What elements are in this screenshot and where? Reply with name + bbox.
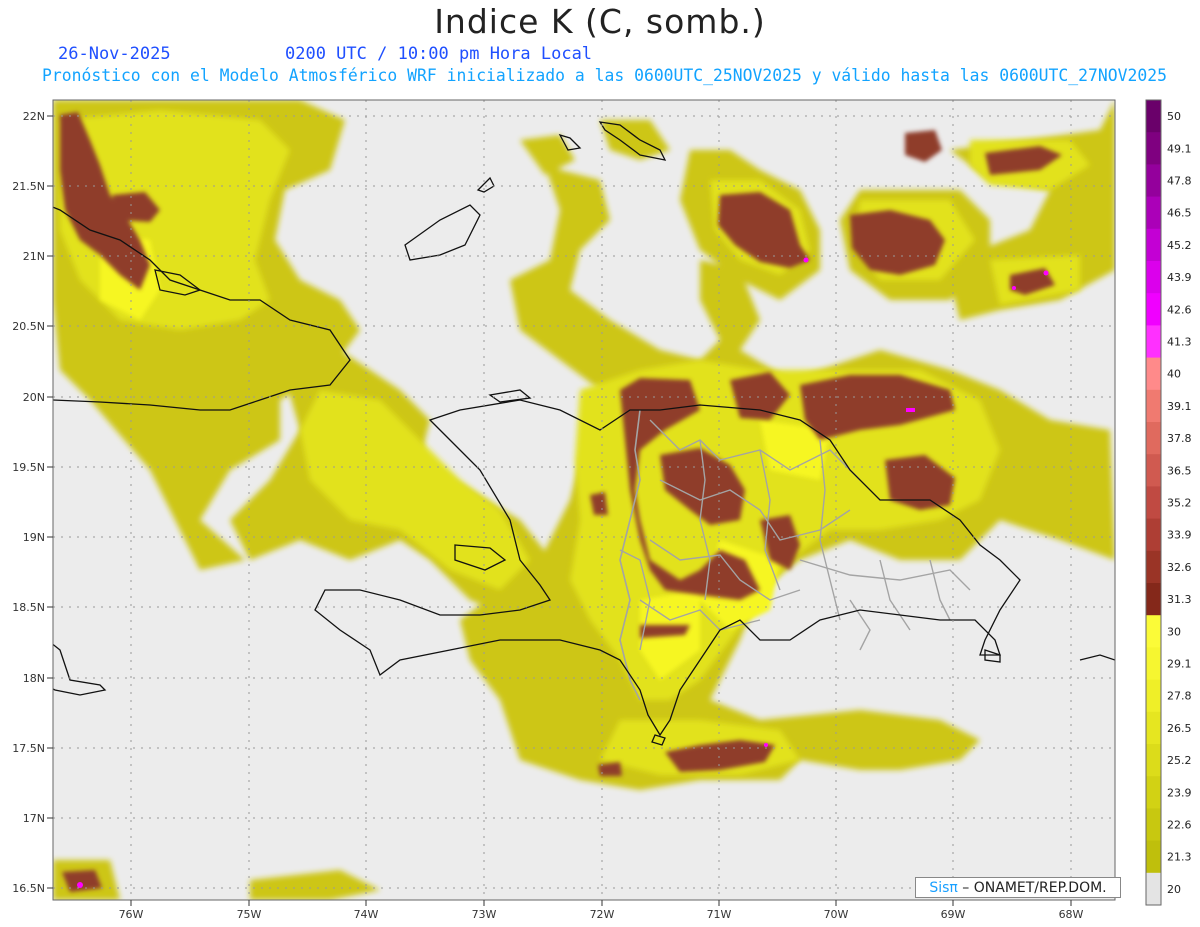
k-index-map: 22N 21.5N 21N 20.5N 20N 19.5N 19N 18.5N …	[12, 99, 1192, 921]
colorbar-label: 32.6	[1167, 561, 1192, 574]
colorbar-swatch	[1146, 744, 1161, 777]
colorbar-swatch	[1146, 228, 1161, 262]
credit-text: – ONAMET/REP.DOM.	[957, 880, 1107, 896]
sispi-logo: Sisπ	[929, 880, 958, 896]
colorbar-label: 31.3	[1167, 593, 1192, 606]
colorbar-label: 30	[1167, 625, 1181, 638]
lat-axis: 22N 21.5N 21N 20.5N 20N 19.5N 19N 18.5N …	[12, 110, 53, 895]
lon-label: 75W	[237, 908, 262, 921]
lat-label: 17N	[23, 812, 45, 825]
colorbar-label: 36.5	[1167, 464, 1192, 477]
colorbar-swatch	[1146, 132, 1161, 165]
lat-label: 19.5N	[12, 461, 45, 474]
colorbar-label: 20	[1167, 883, 1181, 896]
colorbar-swatch	[1146, 293, 1161, 326]
lon-label: 76W	[119, 908, 144, 921]
colorbar-label: 46.5	[1167, 207, 1192, 220]
lon-label: 73W	[472, 908, 497, 921]
colorbar-label: 37.8	[1167, 432, 1192, 445]
lat-label: 20N	[23, 391, 45, 404]
lat-label: 17.5N	[12, 742, 45, 755]
colorbar-label: 23.9	[1167, 786, 1192, 799]
colorbar-label: 33.9	[1167, 529, 1192, 542]
forecast-date: 26-Nov-2025	[58, 44, 171, 64]
lon-label: 70W	[824, 908, 849, 921]
colorbar-label: 49.1	[1167, 142, 1192, 155]
colorbar-label: 42.6	[1167, 303, 1192, 316]
colorbar-label: 41.3	[1167, 336, 1192, 349]
colorbar-swatch	[1146, 164, 1161, 198]
lat-label: 20.5N	[12, 320, 45, 333]
colorbar-label: 25.2	[1167, 754, 1192, 767]
lat-label: 22N	[23, 110, 45, 123]
colorbar-swatch	[1146, 776, 1161, 809]
colorbar-swatch	[1146, 808, 1161, 842]
colorbar-label: 39.1	[1167, 400, 1192, 413]
colorbar-swatch	[1146, 518, 1161, 552]
colorbar-swatch	[1146, 389, 1161, 423]
forecast-description: Pronóstico con el Modelo Atmosférico WRF…	[42, 66, 1167, 85]
colorbar: 50 49.1 47.8 46.5 45.2 43.9 42.6 41.3 40 39.1 37.8…	[1145, 99, 1192, 906]
lon-label: 71W	[707, 908, 732, 921]
colorbar-label: 47.8	[1167, 175, 1192, 188]
colorbar-swatch	[1146, 325, 1161, 359]
colorbar-swatch	[1146, 872, 1161, 906]
colorbar-swatch	[1146, 583, 1161, 616]
lon-label: 74W	[354, 908, 379, 921]
lat-label: 18.5N	[12, 601, 45, 614]
colorbar-swatch	[1146, 454, 1161, 487]
colorbar-label: 35.2	[1167, 497, 1192, 510]
colorbar-label: 50	[1167, 110, 1181, 123]
colorbar-label: 40	[1167, 368, 1181, 381]
lat-label: 19N	[23, 531, 45, 544]
lon-axis: 76W 75W 74W 73W 72W 71W 70W 69W 68W	[119, 900, 1084, 921]
colorbar-swatch	[1146, 196, 1161, 230]
colorbar-label: 43.9	[1167, 271, 1192, 284]
colorbar-swatch	[1146, 840, 1161, 874]
colorbar-swatch	[1146, 679, 1161, 713]
colorbar-label: 29.1	[1167, 658, 1192, 671]
map-title: Indice K (C, somb.)	[434, 2, 766, 41]
forecast-time: 0200 UTC / 10:00 pm Hora Local	[285, 44, 593, 64]
colorbar-swatch	[1146, 100, 1161, 133]
lat-label: 21N	[23, 250, 45, 263]
colorbar-swatch	[1146, 422, 1161, 455]
colorbar-swatch	[1146, 711, 1161, 745]
colorbar-swatch	[1146, 357, 1161, 391]
colorbar-label: 21.3	[1167, 851, 1192, 864]
colorbar-swatch	[1146, 486, 1161, 520]
colorbar-label: 27.8	[1167, 690, 1192, 703]
colorbar-swatch	[1146, 615, 1161, 648]
lon-label: 72W	[590, 908, 615, 921]
lon-label: 68W	[1059, 908, 1084, 921]
colorbar-label: 26.5	[1167, 722, 1192, 735]
colorbar-label: 45.2	[1167, 239, 1192, 252]
lat-label: 18N	[23, 672, 45, 685]
colorbar-swatch	[1146, 550, 1161, 584]
colorbar-swatch	[1146, 261, 1161, 294]
colorbar-label: 22.6	[1167, 819, 1192, 832]
lat-label: 21.5N	[12, 180, 45, 193]
lon-label: 69W	[941, 908, 966, 921]
lat-label: 16.5N	[12, 882, 45, 895]
credit-box: Sisπ – ONAMET/REP.DOM.	[915, 877, 1121, 898]
colorbar-swatch	[1146, 647, 1161, 681]
